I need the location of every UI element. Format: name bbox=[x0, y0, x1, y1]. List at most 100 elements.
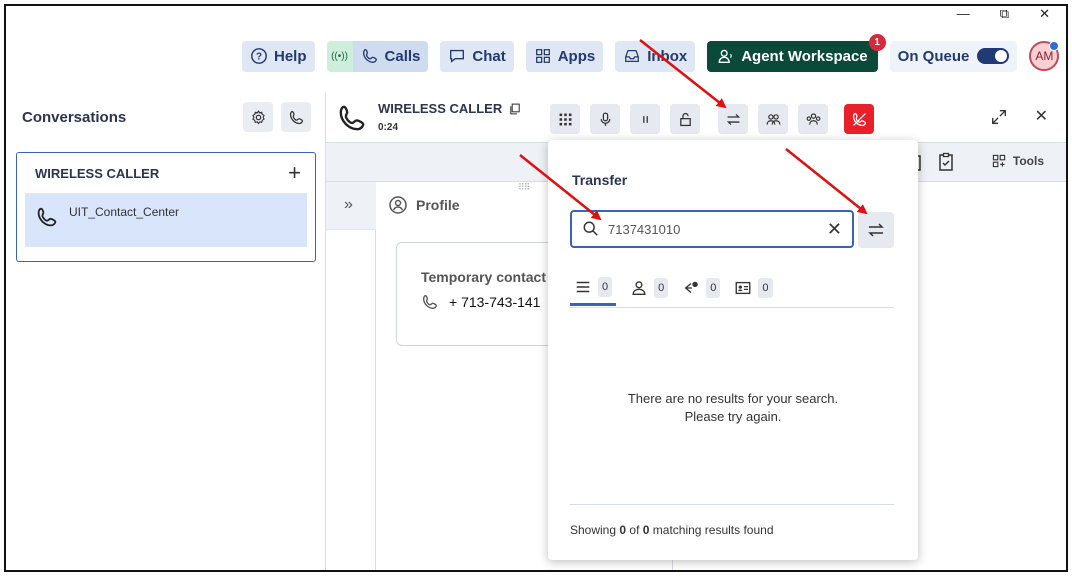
empty-results-message: There are no results for your search. Pl… bbox=[548, 390, 918, 426]
close-call-panel-button[interactable]: ✕ bbox=[1035, 106, 1048, 126]
transfer-button[interactable] bbox=[718, 104, 748, 134]
microphone-icon bbox=[600, 111, 610, 126]
consult-button[interactable] bbox=[758, 104, 788, 134]
window-controls: — ⧉ ✕ bbox=[941, 6, 1066, 22]
conversation-card: WIRELESS CALLER + UIT_Contact_Center bbox=[16, 152, 316, 262]
apps-icon bbox=[535, 49, 550, 63]
close-window-button[interactable]: ✕ bbox=[1039, 6, 1050, 22]
agent-workspace-label: Agent Workspace bbox=[741, 47, 868, 65]
dialpad-button[interactable] bbox=[550, 104, 580, 134]
transfer-search: ✕ bbox=[570, 210, 854, 248]
conversations-sidebar: Conversations WIRELESS CALLER + UIT_Cont… bbox=[6, 92, 326, 570]
collapse-column: » bbox=[326, 182, 376, 570]
minimize-button[interactable]: — bbox=[957, 6, 970, 22]
empty-line-1: There are no results for your search. bbox=[627, 391, 839, 406]
filter-count: 0 bbox=[598, 276, 613, 297]
tools-icon bbox=[992, 154, 1006, 168]
profile-label: Profile bbox=[416, 197, 460, 213]
hold-button[interactable] bbox=[630, 104, 660, 134]
conversation-item-label: UIT_Contact_Center bbox=[69, 205, 180, 219]
unlock-icon bbox=[679, 112, 691, 126]
conversation-item[interactable]: UIT_Contact_Center bbox=[25, 193, 307, 247]
transfer-filter-tabs: 0 0 0 0 bbox=[570, 270, 894, 308]
filter-tab-external[interactable]: 0 bbox=[734, 270, 773, 306]
top-navigation: ? Help ((•)) Calls Chat Apps Inbox Agent… bbox=[242, 33, 1060, 72]
transfer-popup: Transfer ✕ 0 0 0 0 bbox=[548, 140, 918, 560]
transfer-icon bbox=[726, 113, 740, 125]
filter-count: 0 bbox=[758, 278, 773, 298]
results-summary: Showing 0 of 0 matching results found bbox=[570, 504, 894, 537]
phone-icon bbox=[423, 295, 437, 309]
settings-button[interactable] bbox=[243, 102, 273, 132]
contact-phone-number[interactable]: + 713-743-141 bbox=[449, 294, 540, 310]
chat-button[interactable]: Chat bbox=[440, 40, 514, 72]
phone-icon bbox=[37, 207, 57, 227]
chat-icon bbox=[450, 49, 465, 63]
apps-label: Apps bbox=[557, 47, 596, 65]
notification-badge: 1 bbox=[868, 33, 886, 51]
results-suffix: matching results found bbox=[649, 523, 774, 537]
calls-button[interactable]: Calls bbox=[352, 40, 429, 72]
help-label: Help bbox=[274, 47, 307, 65]
conference-button[interactable] bbox=[798, 104, 828, 134]
tools-label: Tools bbox=[1012, 154, 1044, 168]
calls-label: Calls bbox=[384, 47, 421, 65]
conversation-name: WIRELESS CALLER bbox=[35, 165, 160, 181]
avatar[interactable]: AM bbox=[1029, 41, 1060, 71]
transfer-submit-button[interactable] bbox=[858, 212, 894, 248]
expand-icon[interactable] bbox=[990, 108, 1008, 126]
tools-button[interactable]: Tools bbox=[991, 153, 1044, 169]
hangup-icon bbox=[852, 112, 866, 126]
expand-panel-button[interactable]: » bbox=[344, 196, 353, 214]
inbox-button[interactable]: Inbox bbox=[615, 40, 696, 72]
on-queue-label: On Queue bbox=[897, 47, 970, 65]
clear-search-button[interactable]: ✕ bbox=[827, 219, 842, 240]
phone-icon bbox=[362, 49, 377, 63]
results-of: of bbox=[626, 523, 643, 537]
phone-icon bbox=[339, 105, 365, 131]
conversation-header: WIRELESS CALLER + bbox=[17, 153, 315, 193]
dialpad-icon bbox=[559, 113, 571, 125]
caller-name-text: WIRELESS CALLER bbox=[378, 101, 503, 116]
call-header: WIRELESS CALLER 0:24 ✕ bbox=[326, 92, 1066, 142]
copy-icon[interactable] bbox=[508, 102, 522, 116]
user-circle-icon bbox=[389, 196, 407, 214]
empty-line-2: Please try again. bbox=[684, 409, 782, 424]
app-window: — ⧉ ✕ ? Help ((•)) Calls Chat Apps Inbox bbox=[4, 4, 1068, 572]
search-icon bbox=[583, 221, 598, 236]
filter-tab-queues[interactable]: 0 bbox=[682, 270, 721, 306]
clipboard-check-icon[interactable] bbox=[936, 151, 956, 173]
results-prefix: Showing bbox=[570, 523, 620, 537]
apps-button[interactable]: Apps bbox=[525, 40, 604, 72]
on-queue-toggle-group: On Queue bbox=[889, 40, 1018, 72]
sidebar-header: Conversations bbox=[6, 92, 325, 142]
new-call-button[interactable] bbox=[281, 102, 311, 132]
transfer-icon bbox=[868, 223, 884, 237]
inbox-label: Inbox bbox=[647, 47, 688, 65]
chat-label: Chat bbox=[472, 47, 506, 65]
caller-name: WIRELESS CALLER bbox=[378, 101, 522, 116]
live-call-indicator: ((•)) bbox=[326, 40, 353, 72]
person-icon bbox=[632, 281, 646, 295]
contact-card-icon bbox=[735, 281, 751, 295]
transfer-title: Transfer bbox=[572, 172, 628, 188]
mute-button[interactable] bbox=[590, 104, 620, 134]
on-queue-toggle[interactable] bbox=[977, 48, 1010, 64]
gear-icon bbox=[251, 109, 265, 124]
filter-tab-all[interactable]: 0 bbox=[570, 270, 617, 306]
queue-transfer-icon bbox=[684, 281, 698, 294]
sidebar-title: Conversations bbox=[22, 108, 127, 126]
restore-button[interactable]: ⧉ bbox=[1000, 6, 1009, 22]
help-button[interactable]: ? Help bbox=[242, 40, 315, 72]
filter-count: 0 bbox=[654, 278, 669, 298]
secure-pause-button[interactable] bbox=[670, 104, 700, 134]
drag-handle-icon[interactable]: ⠿⠿ bbox=[518, 182, 530, 193]
filter-tab-people[interactable]: 0 bbox=[630, 270, 669, 306]
call-duration: 0:24 bbox=[378, 122, 399, 133]
phone-icon bbox=[289, 110, 303, 124]
agent-workspace-button[interactable]: Agent Workspace 1 bbox=[707, 33, 886, 72]
transfer-search-input[interactable] bbox=[608, 221, 819, 237]
disconnect-button[interactable] bbox=[844, 104, 874, 134]
add-participant-button[interactable]: + bbox=[288, 160, 301, 186]
list-icon bbox=[576, 281, 590, 292]
